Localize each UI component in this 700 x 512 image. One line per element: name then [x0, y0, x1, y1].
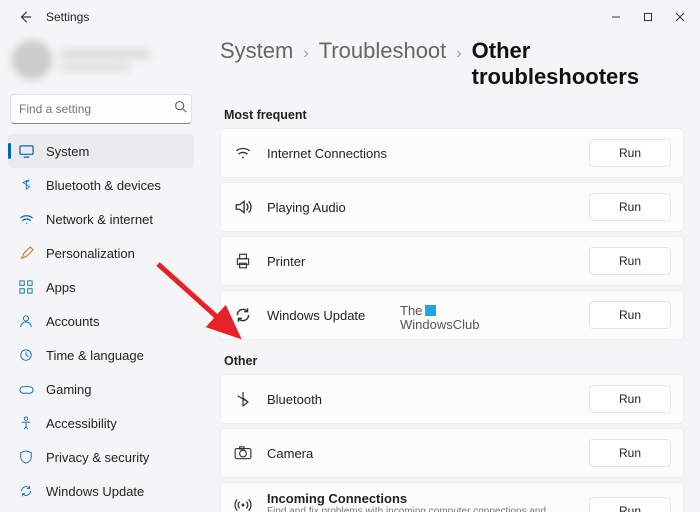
nav-list: System Bluetooth & devices Network & int…	[8, 134, 194, 508]
titlebar: Settings	[0, 0, 700, 34]
breadcrumb-troubleshoot[interactable]: Troubleshoot	[319, 38, 447, 64]
update-icon	[18, 483, 34, 499]
wifi-icon	[233, 143, 253, 163]
gaming-icon	[18, 381, 34, 397]
sidebar-item-network[interactable]: Network & internet	[8, 202, 194, 236]
bluetooth-icon	[233, 389, 253, 409]
troubleshooter-label: Internet Connections	[267, 146, 387, 161]
person-icon	[18, 313, 34, 329]
wifi-icon	[18, 211, 34, 227]
accessibility-icon	[18, 415, 34, 431]
sidebar: System Bluetooth & devices Network & int…	[0, 34, 202, 512]
sidebar-item-label: Personalization	[46, 246, 135, 261]
search-field[interactable]	[19, 102, 174, 116]
sidebar-item-label: Accessibility	[46, 416, 117, 431]
run-button[interactable]: Run	[589, 385, 671, 413]
sidebar-item-privacy[interactable]: Privacy & security	[8, 440, 194, 474]
sidebar-item-time[interactable]: Time & language	[8, 338, 194, 372]
breadcrumb: System › Troubleshoot › Other troublesho…	[220, 38, 684, 90]
signal-icon	[233, 495, 253, 512]
sidebar-item-label: Windows Update	[46, 484, 144, 499]
sidebar-item-label: Accounts	[46, 314, 99, 329]
printer-icon	[233, 251, 253, 271]
section-title-other: Other	[224, 354, 684, 368]
clock-icon	[18, 347, 34, 363]
back-button[interactable]	[14, 6, 36, 28]
sidebar-item-accessibility[interactable]: Accessibility	[8, 406, 194, 440]
run-button[interactable]: Run	[589, 193, 671, 221]
sidebar-item-label: Bluetooth & devices	[46, 178, 161, 193]
sync-icon	[233, 305, 253, 325]
troubleshooter-row: Windows Update Run	[220, 290, 684, 340]
sidebar-item-update[interactable]: Windows Update	[8, 474, 194, 508]
brush-icon	[18, 245, 34, 261]
run-button[interactable]: Run	[589, 497, 671, 512]
sidebar-item-system[interactable]: System	[8, 134, 194, 168]
sidebar-item-personalization[interactable]: Personalization	[8, 236, 194, 270]
troubleshooter-label: Printer	[267, 254, 305, 269]
camera-icon	[233, 443, 253, 463]
chevron-right-icon: ›	[456, 45, 461, 63]
run-button[interactable]: Run	[589, 301, 671, 329]
sidebar-item-label: Apps	[46, 280, 76, 295]
breadcrumb-system[interactable]: System	[220, 38, 293, 64]
bluetooth-icon	[18, 177, 34, 193]
profile[interactable]	[8, 36, 194, 92]
avatar	[12, 40, 52, 80]
settings-window: Settings System Bluetooth & devices	[0, 0, 700, 512]
sidebar-item-apps[interactable]: Apps	[8, 270, 194, 304]
run-button[interactable]: Run	[589, 247, 671, 275]
speaker-icon	[233, 197, 253, 217]
troubleshooter-row: Playing Audio Run	[220, 182, 684, 232]
sidebar-item-label: Privacy & security	[46, 450, 149, 465]
troubleshooter-row: Camera Run	[220, 428, 684, 478]
troubleshooter-label: Windows Update	[267, 308, 365, 323]
minimize-button[interactable]	[600, 3, 632, 31]
chevron-right-icon: ›	[303, 45, 308, 63]
window-controls	[600, 3, 696, 31]
window-title: Settings	[46, 10, 89, 24]
search-icon	[174, 100, 187, 118]
troubleshooter-row: Incoming Connections Find and fix proble…	[220, 482, 684, 512]
troubleshooter-row: Bluetooth Run	[220, 374, 684, 424]
close-button[interactable]	[664, 3, 696, 31]
troubleshooter-row: Internet Connections Run	[220, 128, 684, 178]
sidebar-item-label: Time & language	[46, 348, 144, 363]
maximize-button[interactable]	[632, 3, 664, 31]
shield-icon	[18, 449, 34, 465]
run-button[interactable]: Run	[589, 439, 671, 467]
troubleshooter-row: Printer Run	[220, 236, 684, 286]
section-title-most-frequent: Most frequent	[224, 108, 684, 122]
troubleshooter-label: Bluetooth	[267, 392, 322, 407]
troubleshooter-label: Incoming Connections	[267, 491, 575, 506]
run-button[interactable]: Run	[589, 139, 671, 167]
profile-name	[60, 49, 150, 59]
search-input[interactable]	[10, 94, 192, 124]
sidebar-item-label: System	[46, 144, 89, 159]
sidebar-item-label: Gaming	[46, 382, 92, 397]
troubleshooter-label: Playing Audio	[267, 200, 346, 215]
troubleshooter-sublabel: Find and fix problems with incoming comp…	[267, 506, 575, 512]
apps-icon	[18, 279, 34, 295]
profile-email	[60, 63, 130, 71]
system-icon	[18, 143, 34, 159]
sidebar-item-gaming[interactable]: Gaming	[8, 372, 194, 406]
sidebar-item-accounts[interactable]: Accounts	[8, 304, 194, 338]
main-content: System › Troubleshoot › Other troublesho…	[202, 34, 700, 512]
sidebar-item-bluetooth[interactable]: Bluetooth & devices	[8, 168, 194, 202]
page-title: Other troubleshooters	[472, 38, 684, 90]
sidebar-item-label: Network & internet	[46, 212, 153, 227]
troubleshooter-label: Camera	[267, 446, 313, 461]
